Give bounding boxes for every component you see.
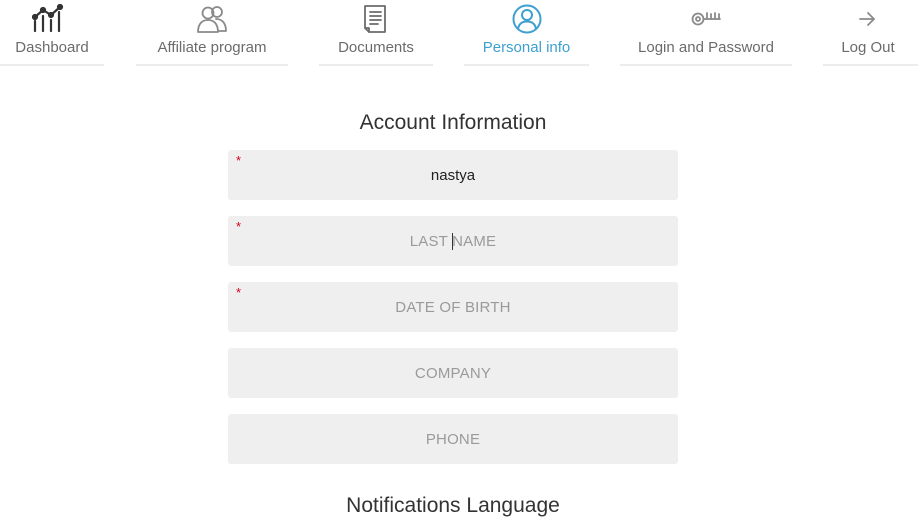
account-information-title: Account Information [359,111,547,134]
tab-underline [620,64,792,66]
phone-field [228,414,678,464]
top-navigation: Dashboard Affiliate program Documents Pe… [0,0,918,66]
personal-info-page: Dashboard Affiliate program Documents Pe… [0,0,918,521]
tab-personal-label: Personal info [482,39,571,56]
document-icon [360,4,392,34]
tab-underline [319,64,433,66]
chart-icon [32,4,64,34]
tab-underline [136,64,288,66]
key-icon [690,4,722,34]
date-of-birth-field: * [228,282,678,332]
tab-documents-label: Documents [338,39,414,56]
first-name-input[interactable] [228,150,678,200]
tab-log-out[interactable]: Log Out [823,0,918,66]
tab-underline [464,64,589,66]
phone-input[interactable] [228,414,678,464]
last-name-field: * [228,216,678,266]
arrow-right-icon [851,4,883,34]
tab-underline [0,64,104,66]
date-of-birth-input[interactable] [228,282,678,332]
last-name-input[interactable] [228,216,678,266]
tab-documents[interactable]: Documents [319,0,433,66]
user-circle-icon [511,4,543,34]
tab-dashboard-label: Dashboard [15,39,89,56]
tab-login-and-password[interactable]: Login and Password [620,0,792,66]
company-input[interactable] [228,348,678,398]
tab-underline [823,64,918,66]
tab-login-label: Login and Password [638,39,774,56]
tab-affiliate-label: Affiliate program [157,39,267,56]
company-field [228,348,678,398]
tab-logout-label: Log Out [841,39,895,56]
tab-dashboard[interactable]: Dashboard [0,0,104,66]
notifications-language-title: Notifications Language [346,494,560,517]
users-icon [196,4,228,34]
text-cursor [452,233,453,250]
tab-personal-info[interactable]: Personal info [464,0,589,66]
tab-affiliate-program[interactable]: Affiliate program [136,0,288,66]
first-name-field: * [228,150,678,200]
